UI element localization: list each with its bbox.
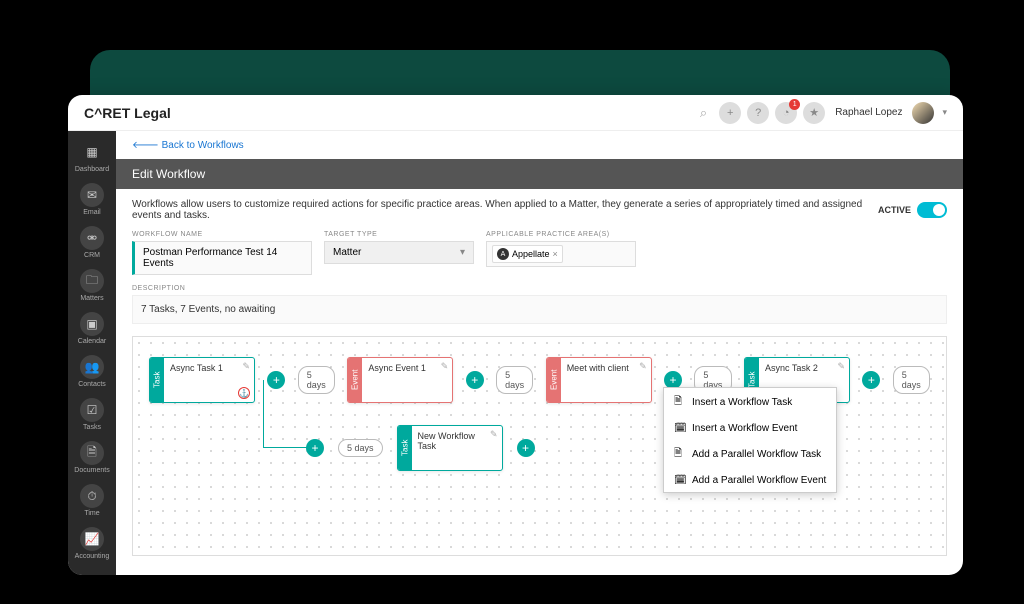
- description-label: DESCRIPTION: [132, 285, 947, 292]
- crm-icon: ⚮: [80, 226, 104, 250]
- username-label: Raphael Lopez: [835, 107, 902, 118]
- active-toggle-group: ACTIVE: [878, 202, 947, 218]
- sidebar-item-time[interactable]: ⏱Time: [68, 479, 116, 522]
- app-header: C^RET Legal ⌕ + ? ◔1 ★ Raphael Lopez ▾: [68, 95, 963, 131]
- avatar[interactable]: [912, 102, 934, 124]
- edit-icon[interactable]: ✎: [639, 361, 647, 372]
- dashboard-icon: ▦: [80, 140, 104, 164]
- description-input[interactable]: 7 Tasks, 7 Events, no awaiting: [132, 295, 947, 324]
- duration-pill[interactable]: 5 days: [496, 366, 533, 394]
- sidebar-item-tasks[interactable]: ☑Tasks: [68, 393, 116, 436]
- app-window: C^RET Legal ⌕ + ? ◔1 ★ Raphael Lopez ▾ ▦…: [68, 95, 963, 575]
- sidebar-item-accounting[interactable]: 📈Accounting: [68, 522, 116, 565]
- sidebar-item-matters[interactable]: 🗀Matters: [68, 264, 116, 307]
- matters-icon: 🗀: [80, 269, 104, 293]
- node-type-event: Event: [547, 358, 561, 402]
- target-type-label: TARGET TYPE: [324, 231, 474, 238]
- task-icon: 🗎: [674, 394, 686, 411]
- page-intro-row: Workflows allow users to customize requi…: [116, 189, 963, 231]
- practice-area-label: APPLICABLE PRACTICE AREA(S): [486, 231, 636, 238]
- duration-pill[interactable]: 5 days: [893, 366, 930, 394]
- add-node-button[interactable]: +: [466, 371, 484, 389]
- tag-badge-icon: A: [497, 248, 509, 260]
- duration-pill[interactable]: 5 days: [338, 439, 383, 457]
- active-toggle[interactable]: [917, 202, 947, 218]
- sidebar: ▦Dashboard ✉Email ⚮CRM 🗀Matters ▣Calenda…: [68, 131, 116, 575]
- add-node-button[interactable]: +: [306, 439, 324, 457]
- anchor-icon: ⚓: [238, 387, 250, 399]
- form-row: WORKFLOW NAME Postman Performance Test 1…: [116, 231, 963, 285]
- page-title: Edit Workflow: [116, 159, 963, 189]
- edit-icon[interactable]: ✎: [490, 429, 498, 440]
- back-to-workflows-link[interactable]: 🡐 Back to Workflows: [116, 131, 963, 159]
- sidebar-item-contacts[interactable]: 👥Contacts: [68, 350, 116, 393]
- page-intro-text: Workflows allow users to customize requi…: [132, 199, 878, 221]
- menu-insert-event[interactable]: 🗓Insert a Workflow Event: [664, 417, 836, 440]
- edit-icon[interactable]: ✎: [837, 361, 845, 372]
- header-actions: ⌕ + ? ◔1 ★ Raphael Lopez ▾: [700, 102, 947, 124]
- tag-remove-icon[interactable]: ×: [553, 249, 558, 259]
- accounting-icon: 📈: [80, 527, 104, 551]
- add-node-button[interactable]: +: [517, 439, 535, 457]
- practice-area-tag: A Appellate ×: [492, 245, 563, 263]
- active-label: ACTIVE: [878, 205, 911, 215]
- sidebar-item-dashboard[interactable]: ▦Dashboard: [68, 135, 116, 178]
- node-type-task: Task: [398, 426, 412, 470]
- email-icon: ✉: [80, 183, 104, 207]
- target-type-select[interactable]: Matter: [324, 241, 474, 264]
- sidebar-item-email[interactable]: ✉Email: [68, 178, 116, 221]
- workflow-name-label: WORKFLOW NAME: [132, 231, 312, 238]
- event-icon: 🗓: [674, 423, 686, 434]
- contacts-icon: 👥: [80, 355, 104, 379]
- time-icon: ⏱: [80, 484, 104, 508]
- node-async-task-1[interactable]: Task Async Task 1 ✎ ⚓: [149, 357, 255, 403]
- app-logo: C^RET Legal: [84, 105, 171, 121]
- node-new-workflow-task[interactable]: Task New Workflow Task✎: [397, 425, 503, 471]
- search-icon[interactable]: ⌕: [700, 105, 707, 121]
- calendar-icon: ▣: [80, 312, 104, 336]
- menu-parallel-task[interactable]: 🗎Add a Parallel Workflow Task: [664, 440, 836, 469]
- notifications-icon[interactable]: ◔1: [775, 102, 797, 124]
- parallel-task-icon: 🗎: [674, 446, 686, 463]
- help-icon[interactable]: ?: [747, 102, 769, 124]
- documents-icon: 🗎: [80, 441, 104, 465]
- add-node-button[interactable]: +: [862, 371, 880, 389]
- node-type-event: Event: [348, 358, 362, 402]
- workflow-name-group: WORKFLOW NAME Postman Performance Test 1…: [132, 231, 312, 275]
- sidebar-item-calendar[interactable]: ▣Calendar: [68, 307, 116, 350]
- notification-badge: 1: [789, 99, 800, 110]
- flow-row-2: + 5 days Task New Workflow Task✎ +: [306, 425, 535, 471]
- menu-insert-task[interactable]: 🗎Insert a Workflow Task: [664, 388, 836, 417]
- node-async-event-1[interactable]: Event Async Event 1✎: [347, 357, 453, 403]
- user-menu-chevron-icon[interactable]: ▾: [942, 107, 947, 118]
- edit-icon[interactable]: ✎: [242, 361, 250, 372]
- main-content: 🡐 Back to Workflows Edit Workflow Workfl…: [116, 131, 963, 575]
- parallel-event-icon: 🗓: [674, 475, 686, 486]
- add-icon[interactable]: +: [719, 102, 741, 124]
- sidebar-item-documents[interactable]: 🗎Documents: [68, 436, 116, 479]
- edit-icon[interactable]: ✎: [441, 361, 449, 372]
- tasks-icon: ☑: [80, 398, 104, 422]
- workflow-name-input[interactable]: Postman Performance Test 14 Events: [132, 241, 312, 275]
- sidebar-item-crm[interactable]: ⚮CRM: [68, 221, 116, 264]
- practice-area-input[interactable]: A Appellate ×: [486, 241, 636, 267]
- target-type-group: TARGET TYPE Matter: [324, 231, 474, 275]
- add-node-context-menu: 🗎Insert a Workflow Task 🗓Insert a Workfl…: [663, 387, 837, 493]
- workflow-canvas[interactable]: Task Async Task 1 ✎ ⚓ + 5 days Event Asy…: [132, 336, 947, 556]
- description-group: DESCRIPTION 7 Tasks, 7 Events, no awaiti…: [132, 285, 947, 324]
- practice-area-group: APPLICABLE PRACTICE AREA(S) A Appellate …: [486, 231, 636, 275]
- node-meet-with-client[interactable]: Event Meet with client✎: [546, 357, 652, 403]
- favorites-icon[interactable]: ★: [803, 102, 825, 124]
- node-type-task: Task: [150, 358, 164, 402]
- menu-parallel-event[interactable]: 🗓Add a Parallel Workflow Event: [664, 469, 836, 492]
